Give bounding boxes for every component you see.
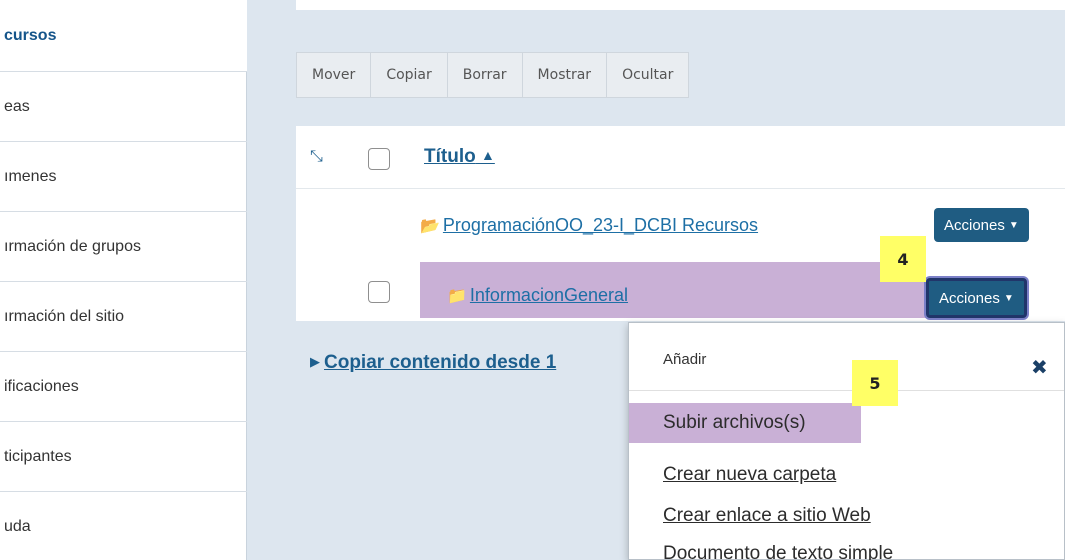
sidebar-item-label: eas [4,97,30,115]
acciones-label: Acciones [944,216,1005,234]
copy-content-link[interactable]: ▶ Copiar contenido desde 1 [310,352,556,374]
sidebar-item-label: uda [4,517,31,535]
parent-folder-label: ProgramaciónOO_23-I_DCBI Recursos [442,215,759,235]
ocultar-button[interactable]: Ocultar [606,52,690,98]
menu-item-label: Documento de texto simple [663,543,894,560]
select-all-checkbox[interactable] [368,148,390,170]
expand-icon[interactable]: ⤡ [310,148,323,166]
table-header: ⤡ Título ▲ [296,126,1065,189]
copy-content-label: Copiar contenido desde 1 [324,352,557,373]
copiar-button[interactable]: Copiar [370,52,448,98]
sidebar-item-label: ımenes [4,167,57,185]
sidebar-item-label: ificaciones [4,377,79,395]
sidebar-item-informacion-grupos[interactable]: ırmación de grupos [0,212,247,282]
acciones-dropdown: Añadir ✖ Subir archivos(s) Crear nueva c… [628,322,1065,560]
folder-label: InformacionGeneral [469,285,629,305]
menu-item-documento-texto[interactable]: Documento de texto simple [629,537,1064,560]
sidebar-item-recursos[interactable]: cursos [0,0,247,72]
menu-item-subir-archivos[interactable]: Subir archivos(s) [629,403,861,443]
menu-item-label: Crear nueva carpeta [663,464,837,485]
sidebar-item-informacion-sitio[interactable]: ırmación del sitio [0,282,247,352]
caret-down-icon: ▼ [1008,219,1019,231]
title-label: Título [424,146,476,167]
folder-icon: 📁 [447,288,467,305]
close-icon[interactable]: ✖ [1031,355,1048,380]
sidebar-item-participantes[interactable]: ticipantes [0,422,247,492]
sidebar-item-label: ticipantes [4,447,72,465]
triangle-right-icon: ▶ [310,354,320,369]
action-toolbar: Mover Copiar Borrar Mostrar Ocultar [296,52,690,98]
dropdown-header: Añadir ✖ [629,323,1064,391]
menu-item-crear-carpeta[interactable]: Crear nueva carpeta [629,455,1064,495]
step-badge-4: 4 [880,236,926,282]
dropdown-title: Añadir [663,351,707,368]
row-checkbox[interactable] [368,281,390,303]
top-panel [296,0,1065,10]
chevron-up-icon: ▲ [480,147,495,163]
folder-open-icon: 📂 [420,218,440,235]
sidebar-item-tareas[interactable]: eas [0,72,247,142]
sidebar-item-label: ırmación de grupos [4,237,141,255]
sidebar-item-ayuda[interactable]: uda [0,492,247,560]
mostrar-button[interactable]: Mostrar [521,52,608,98]
mover-button[interactable]: Mover [296,52,372,98]
parent-folder-link[interactable]: 📂 ProgramaciónOO_23-I_DCBI Recursos [420,215,758,236]
borrar-button[interactable]: Borrar [446,52,523,98]
sidebar-item-examenes[interactable]: ımenes [0,142,247,212]
folder-link[interactable]: 📁 InformacionGeneral [447,285,628,306]
menu-item-crear-enlace[interactable]: Crear enlace a sitio Web [629,496,1064,536]
acciones-button[interactable]: Acciones ▼ [934,208,1029,242]
sidebar-item-label: ırmación del sitio [4,307,125,325]
sidebar-item-label: cursos [4,26,57,44]
sort-title-link[interactable]: Título ▲ [424,146,495,168]
caret-down-icon: ▼ [1003,292,1014,304]
sidebar: cursos eas ımenes ırmación de grupos ırm… [0,0,247,560]
step-badge-5: 5 [852,360,898,406]
acciones-label: Acciones [939,289,1000,307]
menu-item-label: Crear enlace a sitio Web [663,505,871,526]
menu-item-label: Subir archivos(s) [663,412,806,433]
sidebar-item-calificaciones[interactable]: ificaciones [0,352,247,422]
acciones-button-focused[interactable]: Acciones ▼ [926,278,1027,318]
